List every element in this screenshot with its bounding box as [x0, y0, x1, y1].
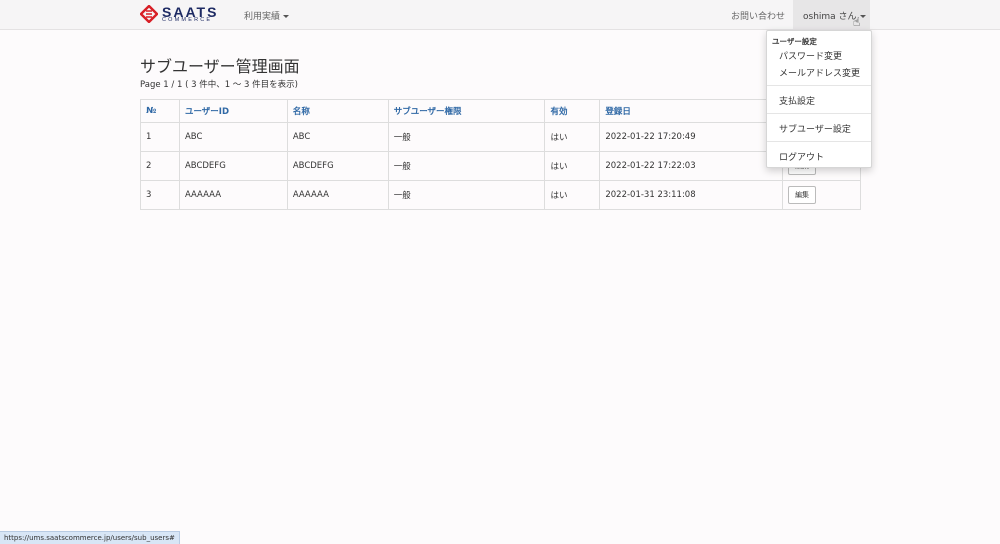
usage-menu-label: 利用実績: [244, 12, 281, 22]
cell-registered: 2022-01-22 17:20:49: [599, 122, 784, 152]
contact-link[interactable]: お問い合わせ: [731, 9, 785, 22]
status-bar-url: https://ums.saatscommerce.jp/users/sub_u…: [0, 531, 180, 544]
column-header-permission[interactable]: サブユーザー権限: [387, 99, 546, 123]
payment-settings-item[interactable]: 支払設定: [779, 94, 815, 107]
chevron-down-icon: [283, 15, 290, 18]
cell-user-id: ABC: [178, 122, 288, 152]
table-row: 3 AAAAAA AAAAAA 一般 はい 2022-01-31 23:11:0…: [140, 180, 861, 210]
column-header-no[interactable]: №: [140, 99, 180, 123]
cell-permission: 一般: [387, 122, 546, 152]
dropdown-header: ユーザー設定: [772, 37, 817, 46]
cell-registered: 2022-01-31 23:11:08: [599, 180, 784, 210]
cell-name: ABCDEFG: [286, 151, 389, 181]
cell-user-id: AAAAAA: [178, 180, 288, 210]
dropdown-divider: [767, 113, 871, 114]
table-header-row: № ユーザーID 名称 サブユーザー権限 有効 登録日: [140, 99, 861, 123]
password-change-item[interactable]: パスワード変更: [779, 49, 842, 62]
cell-no: 2: [140, 151, 180, 181]
cell-active: はい: [544, 122, 601, 152]
saats-logo[interactable]: SAATS COMMERCE: [140, 4, 218, 24]
user-menu-label: oshima さん: [803, 12, 857, 22]
cell-no: 3: [140, 180, 180, 210]
table-row: 2 ABCDEFG ABCDEFG 一般 はい 2022-01-22 17:22…: [140, 151, 861, 181]
column-header-user-id[interactable]: ユーザーID: [178, 99, 288, 123]
column-header-registered[interactable]: 登録日: [599, 99, 784, 123]
top-navbar: SAATS COMMERCE 利用実績 お問い合わせ oshima さん ☝: [0, 0, 1000, 30]
cell-registered: 2022-01-22 17:22:03: [599, 151, 784, 181]
subuser-settings-item[interactable]: サブユーザー設定: [779, 122, 851, 135]
logo-subtitle: COMMERCE: [162, 16, 213, 23]
cell-active: はい: [544, 180, 601, 210]
email-change-item[interactable]: メールアドレス変更: [779, 66, 860, 79]
column-header-active[interactable]: 有効: [544, 99, 601, 123]
dropdown-divider: [767, 85, 871, 86]
table-row: 1 ABC ABC 一般 はい 2022-01-22 17:20:49 編集: [140, 122, 861, 152]
edit-button[interactable]: 編集: [788, 186, 817, 204]
hand-cursor-icon: ☝: [853, 15, 861, 29]
cell-user-id: ABCDEFG: [178, 151, 288, 181]
subuser-table: № ユーザーID 名称 サブユーザー権限 有効 登録日 1 ABC ABC 一般…: [140, 99, 861, 210]
column-header-name[interactable]: 名称: [286, 99, 389, 123]
dropdown-divider: [767, 141, 871, 142]
cell-no: 1: [140, 122, 180, 152]
saats-logo-mark-icon: [140, 5, 158, 23]
cell-permission: 一般: [387, 180, 546, 210]
cell-name: ABC: [286, 122, 389, 152]
pagination-info: Page 1 / 1 ( 3 件中、1 〜 3 件目を表示): [140, 80, 298, 90]
user-settings-dropdown: ユーザー設定 パスワード変更 メールアドレス変更 支払設定 サブユーザー設定 ロ…: [766, 30, 872, 168]
cell-permission: 一般: [387, 151, 546, 181]
logout-item[interactable]: ログアウト: [779, 150, 824, 163]
chevron-down-icon: [859, 15, 866, 18]
cell-action: 編集: [782, 180, 861, 210]
page-title: サブユーザー管理画面: [140, 57, 300, 76]
usage-menu[interactable]: 利用実績: [244, 9, 290, 22]
cell-name: AAAAAA: [286, 180, 389, 210]
cell-active: はい: [544, 151, 601, 181]
